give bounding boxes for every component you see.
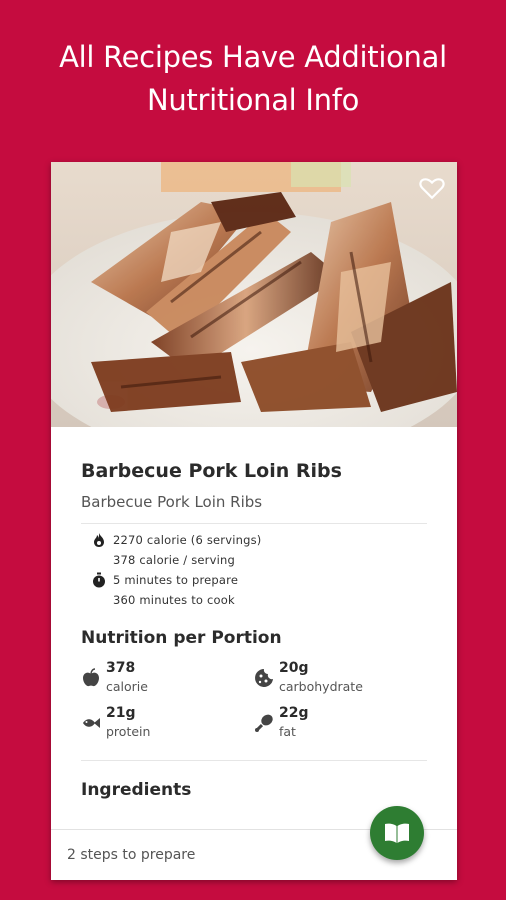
recipe-card[interactable]: Barbecue Pork Loin Ribs Barbecue Pork Lo… (51, 162, 457, 880)
favorite-heart-icon[interactable] (419, 176, 445, 200)
nutrition-fat-value: 22g (279, 705, 309, 721)
promo-headline: All Recipes Have Additional Nutritional … (0, 36, 506, 122)
flame-icon (94, 533, 104, 547)
apple-icon (83, 668, 99, 687)
nutrition-carbohydrate-value: 20g (279, 660, 309, 676)
stat-cook-time-text: 360 minutes to cook (113, 593, 235, 607)
nutrition-protein-label: protein (106, 724, 151, 739)
fish-icon (83, 718, 100, 728)
promo-line-2: Nutritional Info (146, 83, 360, 117)
recipe-photo (51, 162, 457, 427)
nutrition-calorie-label: calorie (106, 679, 148, 694)
divider (81, 760, 427, 761)
nutrition-calorie: 378 calorie (81, 660, 251, 700)
nutrition-fat-label: fat (279, 724, 296, 739)
nutrition-protein: 21g protein (81, 705, 251, 745)
cookie-icon (255, 669, 273, 687)
nutrition-carbohydrate: 20g carbohydrate (254, 660, 424, 700)
nutrition-fat: 22g fat (254, 705, 424, 745)
book-icon (385, 823, 409, 843)
recipe-subtitle: Barbecue Pork Loin Ribs (81, 493, 263, 511)
stat-per-serving-text: 378 calorie / serving (113, 553, 235, 567)
steps-count: 2 steps to prepare (67, 847, 196, 863)
nutrition-carbohydrate-label: carbohydrate (279, 679, 363, 694)
nutrition-protein-value: 21g (106, 705, 136, 721)
promo-line-1: All Recipes Have Additional (59, 40, 447, 74)
stat-prep-time-text: 5 minutes to prepare (113, 573, 239, 587)
nutrition-heading: Nutrition per Portion (81, 628, 282, 648)
nutrition-calorie-value: 378 (106, 660, 136, 676)
stopwatch-icon (93, 572, 105, 588)
stat-total-calories-text: 2270 calorie (6 servings) (113, 533, 262, 547)
drumstick-icon (255, 714, 273, 732)
recipe-title: Barbecue Pork Loin Ribs (81, 460, 342, 482)
divider (81, 523, 427, 524)
open-recipe-book-button[interactable] (370, 806, 424, 860)
ingredients-heading: Ingredients (81, 780, 192, 800)
